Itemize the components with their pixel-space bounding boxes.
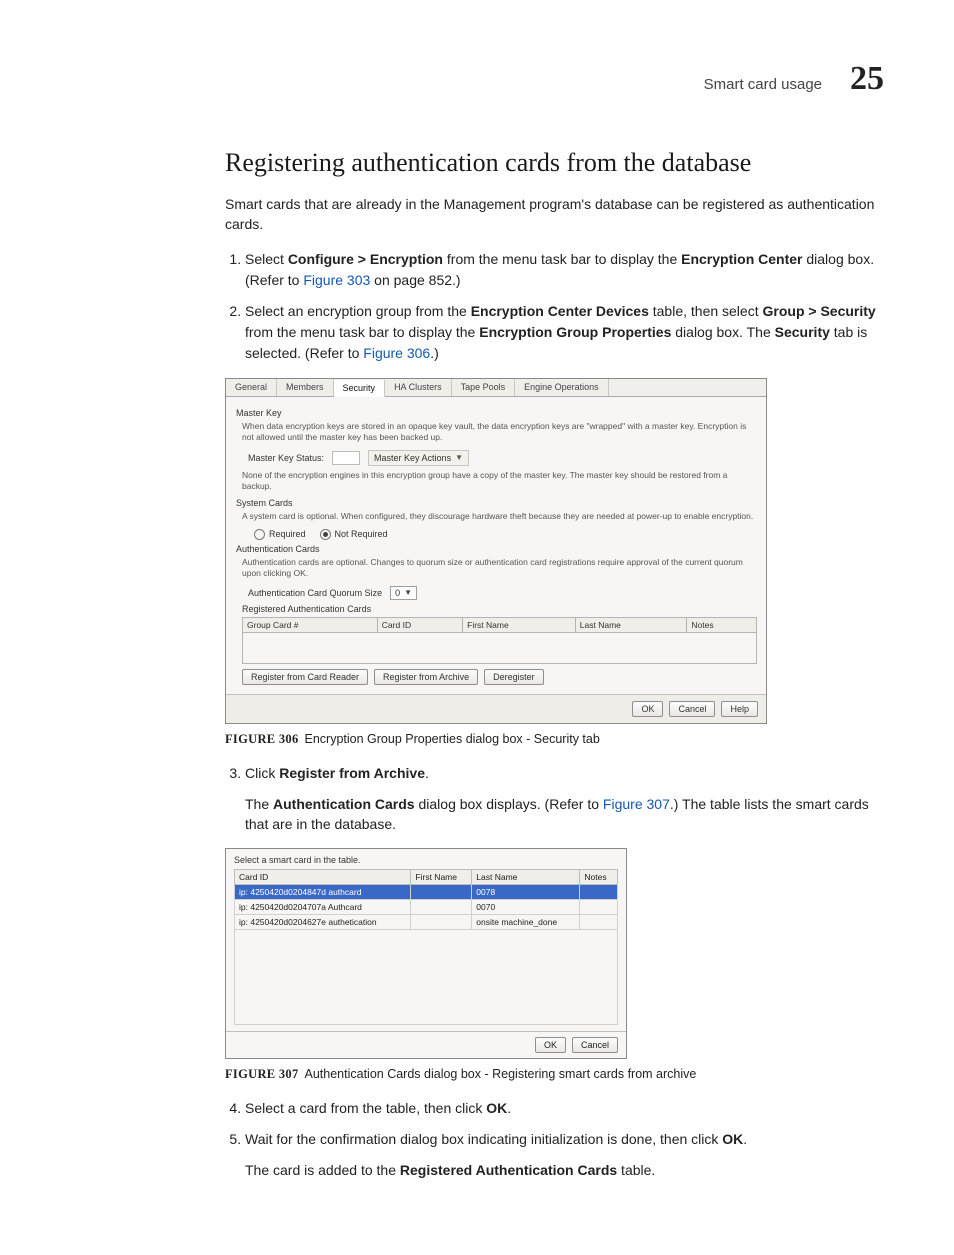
master-key-heading: Master Key bbox=[236, 408, 756, 418]
table-header: Card ID bbox=[377, 617, 462, 632]
table-header: First Name bbox=[463, 617, 576, 632]
table-header: Card ID bbox=[235, 870, 411, 885]
tab-general[interactable]: General bbox=[226, 379, 277, 396]
table-header: Last Name bbox=[472, 870, 580, 885]
ok-button[interactable]: OK bbox=[535, 1037, 566, 1053]
select-card-prompt: Select a smart card in the table. bbox=[234, 855, 618, 865]
table-row[interactable]: ip: 4250420d0204627e autheticationonsite… bbox=[235, 915, 618, 930]
steps-list-final: Select a card from the table, then click… bbox=[225, 1098, 884, 1180]
table-header: First Name bbox=[411, 870, 472, 885]
master-key-status-field[interactable] bbox=[332, 451, 360, 465]
help-button[interactable]: Help bbox=[721, 701, 758, 717]
tab-tape-pools[interactable]: Tape Pools bbox=[452, 379, 516, 396]
table-row[interactable]: ip: 4250420d0204847d authcard0078 bbox=[235, 885, 618, 900]
table-header: Group Card # bbox=[243, 617, 378, 632]
tab-security[interactable]: Security bbox=[334, 380, 386, 397]
figure-307: Select a smart card in the table. Card I… bbox=[225, 848, 884, 1059]
radio-not-required[interactable]: Not Required bbox=[320, 529, 388, 540]
step-5: Wait for the confirmation dialog box ind… bbox=[245, 1129, 884, 1180]
ok-button[interactable]: OK bbox=[632, 701, 663, 717]
running-header-section: Smart card usage bbox=[704, 76, 822, 93]
quorum-size-label: Authentication Card Quorum Size bbox=[248, 588, 382, 598]
step-1: Select Configure > Encryption from the m… bbox=[245, 249, 884, 291]
master-key-desc: When data encryption keys are stored in … bbox=[242, 421, 756, 444]
registered-auth-cards-table: Group Card #Card IDFirst NameLast NameNo… bbox=[242, 617, 757, 664]
figure-306-caption: FIGURE 306Encryption Group Properties di… bbox=[225, 732, 884, 747]
table-header: Notes bbox=[687, 617, 757, 632]
steps-list-continued: Click Register from Archive. The Authent… bbox=[225, 763, 884, 835]
link-figure-307[interactable]: Figure 307 bbox=[603, 796, 670, 812]
deregister-button[interactable]: Deregister bbox=[484, 669, 544, 685]
step-4: Select a card from the table, then click… bbox=[245, 1098, 884, 1119]
table-row[interactable]: ip: 4250420d0204707a Authcard0070 bbox=[235, 900, 618, 915]
master-key-actions-dropdown[interactable]: Master Key Actions ▼ bbox=[368, 450, 469, 466]
link-figure-303[interactable]: Figure 303 bbox=[303, 272, 370, 288]
dialog-tabs: GeneralMembersSecurityHA ClustersTape Po… bbox=[226, 379, 766, 397]
page-title: Registering authentication cards from th… bbox=[225, 148, 884, 178]
system-cards-heading: System Cards bbox=[236, 498, 756, 508]
figure-307-caption: FIGURE 307Authentication Cards dialog bo… bbox=[225, 1067, 884, 1082]
system-cards-desc: A system card is optional. When configur… bbox=[242, 511, 756, 522]
intro-paragraph: Smart cards that are already in the Mana… bbox=[225, 194, 884, 235]
chevron-down-icon: ▼ bbox=[455, 453, 463, 462]
figure-306: GeneralMembersSecurityHA ClustersTape Po… bbox=[225, 378, 884, 724]
tab-members[interactable]: Members bbox=[277, 379, 334, 396]
running-header: Smart card usage 25 bbox=[70, 60, 884, 98]
auth-cards-desc: Authentication cards are optional. Chang… bbox=[242, 557, 756, 580]
table-header: Notes bbox=[580, 870, 618, 885]
step-3: Click Register from Archive. The Authent… bbox=[245, 763, 884, 835]
cancel-button[interactable]: Cancel bbox=[669, 701, 715, 717]
master-key-status-label: Master Key Status: bbox=[248, 453, 324, 463]
register-from-archive-button[interactable]: Register from Archive bbox=[374, 669, 478, 685]
radio-required[interactable]: Required bbox=[254, 529, 306, 540]
cancel-button[interactable]: Cancel bbox=[572, 1037, 618, 1053]
registered-auth-cards-heading: Registered Authentication Cards bbox=[242, 604, 756, 614]
step-2: Select an encryption group from the Encr… bbox=[245, 301, 884, 364]
encryption-group-properties-dialog: GeneralMembersSecurityHA ClustersTape Po… bbox=[225, 378, 767, 724]
smart-cards-table[interactable]: Card IDFirst NameLast NameNotes ip: 4250… bbox=[234, 869, 618, 1025]
steps-list: Select Configure > Encryption from the m… bbox=[225, 249, 884, 364]
running-header-chapter: 25 bbox=[850, 60, 884, 98]
tab-ha-clusters[interactable]: HA Clusters bbox=[385, 379, 452, 396]
quorum-size-select[interactable]: 0 ▼ bbox=[390, 586, 417, 600]
auth-cards-heading: Authentication Cards bbox=[236, 544, 756, 554]
table-header: Last Name bbox=[575, 617, 687, 632]
register-from-card-reader-button[interactable]: Register from Card Reader bbox=[242, 669, 368, 685]
chevron-down-icon: ▼ bbox=[404, 588, 412, 597]
link-figure-306[interactable]: Figure 306 bbox=[363, 345, 430, 361]
master-key-note: None of the encryption engines in this e… bbox=[242, 470, 756, 493]
tab-engine-operations[interactable]: Engine Operations bbox=[515, 379, 609, 396]
authentication-cards-dialog: Select a smart card in the table. Card I… bbox=[225, 848, 627, 1059]
